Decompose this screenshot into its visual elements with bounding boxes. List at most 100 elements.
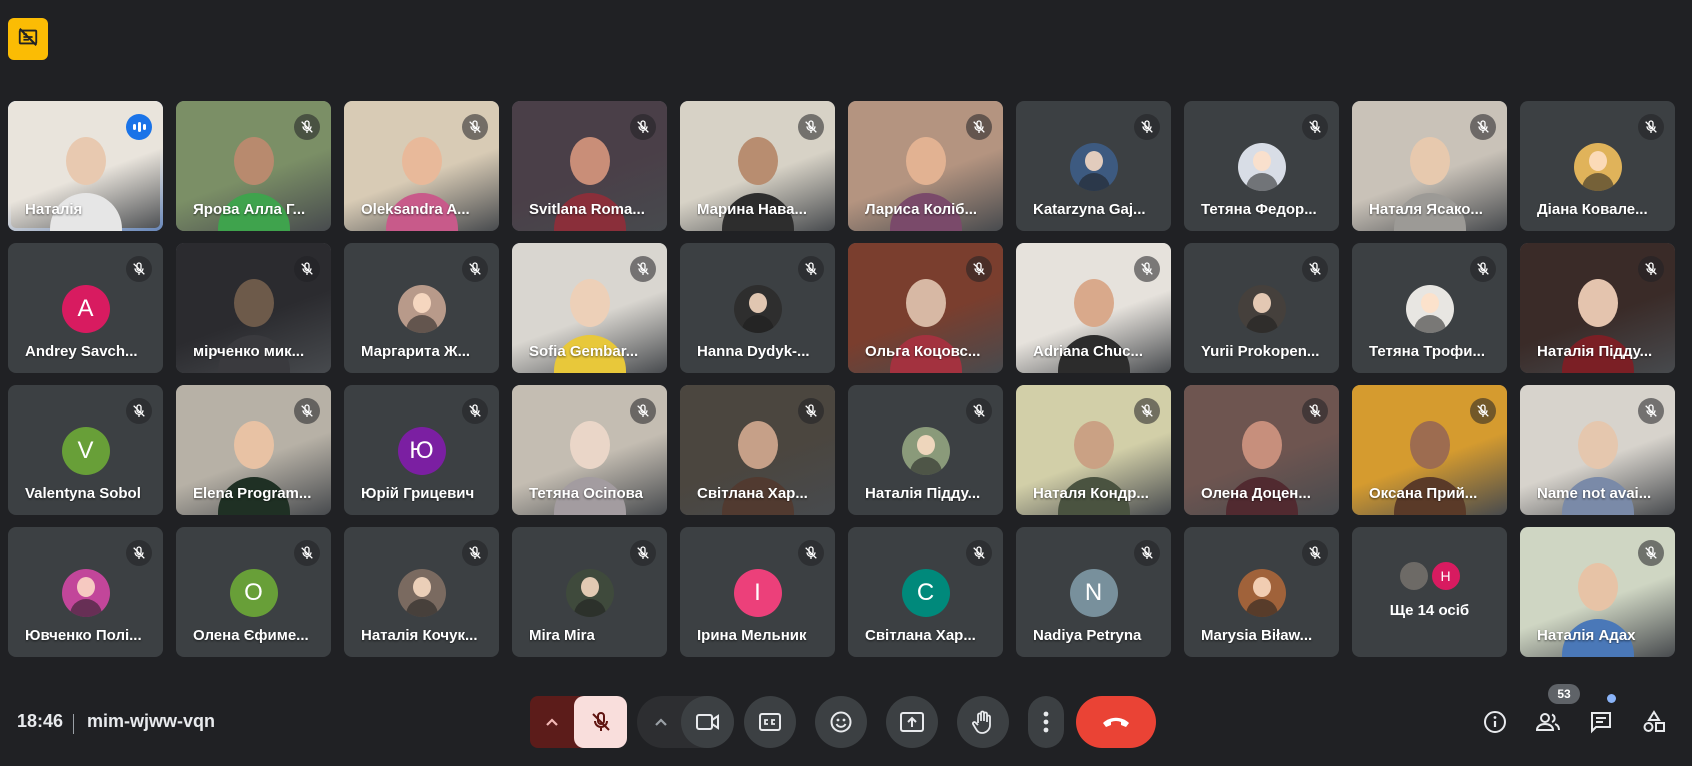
participant-tile[interactable]: С Світлана Хар... [848,527,1003,657]
participant-tile[interactable]: Наталія Кочук... [344,527,499,657]
participant-tile[interactable]: Hanna Dydyk-... [680,243,835,373]
participant-tile[interactable]: Ярова Алла Г... [176,101,331,231]
more-participants-tile[interactable]: H Ще 14 осіб [1352,527,1507,657]
camera-options-button[interactable] [649,710,673,734]
hand-icon [972,710,991,734]
avatar [1237,285,1286,333]
participant-name: Ірина Мельник [697,627,807,644]
participant-tile[interactable]: Світлана Хар... [680,385,835,515]
participant-name: Наталія Підду... [865,485,981,502]
participant-tile[interactable]: Наталія Підду... [1520,243,1675,373]
participant-tile[interactable]: Ольга Коцовс... [848,243,1003,373]
participant-name: Name not avai... [1537,485,1652,502]
mic-options-button[interactable] [540,710,564,734]
participant-tile[interactable]: Марина Нава... [680,101,835,231]
participant-tile[interactable]: Оксана Прий... [1352,385,1507,515]
mic-off-icon [462,398,488,424]
present-screen-button[interactable] [886,696,938,748]
participant-tile[interactable]: Тетяна Федор... [1184,101,1339,231]
mic-off-icon [630,540,656,566]
participant-tile[interactable]: Наталія [8,101,163,231]
avatar: О [229,569,278,617]
participant-tile[interactable]: Діана Ковале... [1520,101,1675,231]
participant-name: Andrey Savch... [25,343,138,360]
avatar [1237,143,1286,191]
mic-off-icon [1470,398,1496,424]
mic-off-icon [126,540,152,566]
participant-tile[interactable]: Sofia Gembar... [512,243,667,373]
participant-tile[interactable]: Тетяна Трофи... [1352,243,1507,373]
participant-tile[interactable]: V Valentyna Sobol [8,385,163,515]
captions-button[interactable] [744,696,796,748]
participant-tile[interactable]: Наталя Ясако... [1352,101,1507,231]
participant-name: Наталя Кондр... [1033,485,1149,502]
meeting-code[interactable]: mim-wjww-vqn [87,711,215,732]
avatar: І [733,569,782,617]
more-options-button[interactable] [1028,696,1064,748]
participant-tile[interactable]: мірченко мик... [176,243,331,373]
participant-tile[interactable]: Тетяна Осіпова [512,385,667,515]
participant-tile[interactable]: Наталія Підду... [848,385,1003,515]
participant-name: Світлана Хар... [865,627,976,644]
participant-name: Оксана Прий... [1369,485,1478,502]
participant-name: Elena Program... [193,485,312,502]
participant-tile[interactable]: О Олена Єфиме... [176,527,331,657]
participant-tile[interactable]: Наталія Адах [1520,527,1675,657]
camera-toggle-button[interactable] [681,696,734,748]
participant-tile[interactable]: Marysia Biław... [1184,527,1339,657]
mic-off-icon [630,114,656,140]
leave-call-button[interactable] [1076,696,1156,748]
participant-tile[interactable]: Adriana Chuc... [1016,243,1171,373]
avatar: H [1429,559,1462,592]
participant-tile[interactable]: Ю Юрій Грицевич [344,385,499,515]
participant-tile[interactable]: Svitlana Roma... [512,101,667,231]
participant-tile[interactable]: Олена Доцен... [1184,385,1339,515]
mic-off-icon [1470,256,1496,282]
mic-off-icon [294,256,320,282]
participant-tile[interactable]: Маргарита Ж... [344,243,499,373]
mic-toggle-button[interactable] [574,696,627,748]
participant-tile[interactable]: Oleksandra A... [344,101,499,231]
mic-off-icon [1638,114,1664,140]
avatar [1237,569,1286,617]
audio-level-icon [126,114,152,140]
people-button[interactable] [1532,706,1564,738]
participant-tile[interactable]: Лариса Коліб... [848,101,1003,231]
avatar [1069,143,1118,191]
participant-tile[interactable]: A Andrey Savch... [8,243,163,373]
raise-hand-button[interactable] [957,696,1009,748]
mic-off-icon [591,712,610,731]
mic-off-icon [1302,540,1328,566]
participant-tile[interactable]: Mira Mira [512,527,667,657]
divider [73,714,74,734]
participant-tile[interactable]: Yurii Prokopen... [1184,243,1339,373]
recording-indicator[interactable] [8,18,48,60]
reactions-button[interactable] [815,696,867,748]
avatar: V [61,427,110,475]
emoji-icon [830,711,852,733]
mic-off-icon [966,540,992,566]
mic-off-icon [1470,114,1496,140]
mic-off-icon [798,114,824,140]
mic-off-icon [1134,398,1160,424]
participant-tile[interactable]: Ювченко Полі... [8,527,163,657]
participant-tile[interactable]: І Ірина Мельник [680,527,835,657]
avatar: A [61,285,110,333]
meeting-time: 18:46 [17,711,64,731]
camera-control-group [637,696,734,748]
participant-tile[interactable]: Name not avai... [1520,385,1675,515]
chat-button[interactable] [1585,706,1617,738]
participant-tile[interactable]: Наталя Кондр... [1016,385,1171,515]
activities-button[interactable] [1638,706,1670,738]
participant-tile[interactable]: Katarzyna Gaj... [1016,101,1171,231]
avatar [565,569,614,617]
meeting-details-button[interactable] [1479,706,1511,738]
participant-tile[interactable]: N Nadiya Petryna [1016,527,1171,657]
mic-off-icon [294,114,320,140]
mic-off-icon [966,398,992,424]
participant-name: Наталія Кочук... [361,627,478,644]
participant-name: Діана Ковале... [1537,201,1648,218]
mic-off-icon [630,398,656,424]
participant-name: Katarzyna Gaj... [1033,201,1146,218]
participant-tile[interactable]: Elena Program... [176,385,331,515]
